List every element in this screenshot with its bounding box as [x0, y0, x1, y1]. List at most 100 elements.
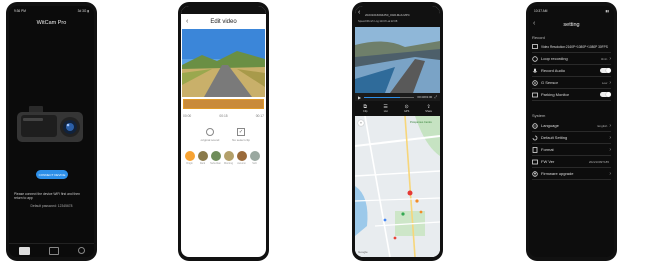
filter-label: Suburban	[210, 162, 221, 165]
time-mid: 00:15	[219, 114, 228, 118]
status-time: 9:36 PM	[14, 8, 26, 13]
gps-icon: ⊙	[404, 103, 409, 110]
filter-row: Origin Dark Suburban Morning Autumn Soft	[184, 151, 266, 165]
filter-morning[interactable]: Morning	[223, 151, 234, 165]
sd-card-icon	[532, 146, 538, 153]
filter-label: Soft	[252, 162, 257, 165]
time-end: 00:17	[255, 114, 264, 118]
reset-icon	[532, 135, 538, 141]
setting-label: Language	[541, 123, 559, 128]
setting-label: Video Resolution:2160P+1080P+1080P 30FPS	[541, 44, 608, 49]
checkbox-icon: ✓	[237, 128, 245, 136]
sound-icon	[206, 128, 214, 136]
original-sound-option[interactable]: original sound	[198, 128, 222, 142]
filter-suburban[interactable]: Suburban	[210, 151, 221, 165]
screen-title: setting	[563, 22, 580, 28]
setting-firmware-upgrade[interactable]: Firmware upgrade ›	[532, 168, 611, 180]
filter-thumbnail	[210, 151, 221, 161]
info-icon	[532, 159, 538, 165]
map-location-icon[interactable]: ⌖	[358, 120, 364, 126]
settings-screen: 10:37 AM ▮▮ ‹ setting Record Video Resol…	[529, 6, 614, 257]
original-sound-label: original sound	[200, 138, 220, 142]
setting-label: FW Ver	[541, 159, 555, 164]
gps-tool[interactable]: ⊙ GPS	[403, 103, 410, 113]
filter-thumbnail	[223, 151, 234, 161]
setting-value: Low	[601, 80, 608, 85]
status-icons: ▮▮	[605, 8, 609, 13]
top-bar	[181, 6, 266, 14]
chevron-right-icon: ›	[609, 134, 611, 141]
setting-value: 3min	[600, 56, 608, 61]
connect-device-button[interactable]: CONNECT DEVICE	[36, 170, 68, 179]
album-tab-icon[interactable]	[48, 246, 59, 255]
speed-text: Speed:0Km/h Lng:113.8 Lat:22.68	[358, 20, 398, 23]
setting-label: G Sensor	[541, 80, 558, 85]
setting-record-audio[interactable]: Record Audio	[532, 65, 611, 77]
phone-home: 9:36 PM 3d 3G ▮ WitCam Pro CONNECT DEVIC…	[6, 2, 97, 261]
setting-default[interactable]: Default Setting ›	[532, 132, 611, 144]
no-select-clip-option[interactable]: ✓ No select clip	[228, 128, 254, 142]
setting-format[interactable]: Format ›	[532, 144, 611, 156]
list-tool[interactable]: ☰ List	[383, 104, 388, 113]
section-record: Record	[532, 35, 545, 40]
setting-fw-ver: FW Ver 20221009T185	[532, 156, 611, 168]
setting-value: 20221009T185	[588, 159, 609, 164]
dashcam-image	[17, 106, 83, 142]
filter-label: Morning	[223, 162, 234, 165]
video-player[interactable]	[355, 27, 440, 93]
gps-map[interactable]	[355, 116, 440, 257]
back-icon[interactable]: ‹	[358, 9, 360, 16]
setting-label: Parking Monitor	[541, 92, 570, 97]
microphone-icon	[532, 68, 538, 74]
filter-origin[interactable]: Origin	[184, 151, 195, 165]
clip-label: Clip	[363, 109, 368, 113]
status-bar: 9:36 PM 3d 3G ▮	[9, 6, 94, 15]
filter-soft[interactable]: Soft	[249, 151, 260, 165]
share-tool[interactable]: ⇪ Share	[425, 104, 432, 113]
phone-settings: 10:37 AM ▮▮ ‹ setting Record Video Resol…	[526, 2, 617, 261]
status-time: 10:37 AM	[534, 8, 548, 13]
clip-icon: ⧉	[363, 103, 367, 110]
share-label: Share	[425, 109, 432, 113]
progress-bar[interactable]	[364, 96, 415, 98]
filter-autumn[interactable]: Autumn	[236, 151, 247, 165]
filter-label: Dark	[199, 162, 206, 165]
play-icon[interactable]: ▶	[358, 95, 361, 100]
status-bar: 10:37 AM ▮▮	[529, 6, 614, 15]
device-tab-icon[interactable]	[18, 246, 30, 255]
parking-monitor-toggle[interactable]	[600, 92, 611, 97]
setting-loop-recording[interactable]: Loop recording 3min ›	[532, 53, 611, 65]
profile-tab-icon[interactable]	[77, 247, 85, 254]
setting-video-resolution[interactable]: Video Resolution:2160P+1080P+1080P 30FPS	[532, 41, 611, 53]
clip-tool[interactable]: ⧉ Clip	[363, 103, 368, 113]
phone-edit-video: ‹ Edit video 00:00 00:15 00:17 original …	[178, 2, 269, 261]
sensor-icon	[532, 79, 538, 86]
list-label: List	[383, 109, 388, 113]
app-title: WitCam Pro	[36, 20, 67, 26]
timeline-times: 00:00 00:15 00:17	[183, 114, 264, 118]
setting-language[interactable]: Language English ›	[532, 120, 611, 132]
phone-playback: ‹ 20231016094250_0021Mob.MP4 Speed:0Km/h…	[352, 2, 443, 261]
no-select-clip-label: No select clip	[232, 138, 250, 142]
setting-label: Default Setting	[541, 135, 568, 140]
chevron-right-icon: ›	[609, 146, 611, 153]
filter-dark[interactable]: Dark	[197, 151, 208, 165]
file-name: 20231016094250_0021Mob.MP4	[365, 13, 410, 17]
duration: 00:43/01:00	[417, 95, 433, 99]
record-audio-toggle[interactable]	[600, 68, 611, 73]
file-header: ‹ 20231016094250_0021Mob.MP4 Speed:0Km/h…	[355, 6, 440, 27]
section-system: System	[532, 113, 546, 118]
video-icon	[532, 44, 538, 50]
origin-filter-icon	[184, 151, 195, 161]
fullscreen-icon[interactable]: ⤢	[434, 95, 437, 99]
clip-timeline[interactable]	[183, 99, 264, 109]
gps-label: GPS	[403, 109, 410, 113]
setting-label: Loop recording	[541, 56, 568, 61]
default-password: Default password: 12345678	[30, 204, 73, 208]
setting-parking-monitor[interactable]: Parking Monitor	[532, 89, 611, 101]
filter-thumbnail	[197, 151, 208, 161]
playback-screen: ‹ 20231016094250_0021Mob.MP4 Speed:0Km/h…	[355, 6, 440, 257]
filter-label: Autumn	[237, 162, 246, 165]
setting-g-sensor[interactable]: G Sensor Low ›	[532, 77, 611, 89]
video-preview	[182, 29, 265, 97]
